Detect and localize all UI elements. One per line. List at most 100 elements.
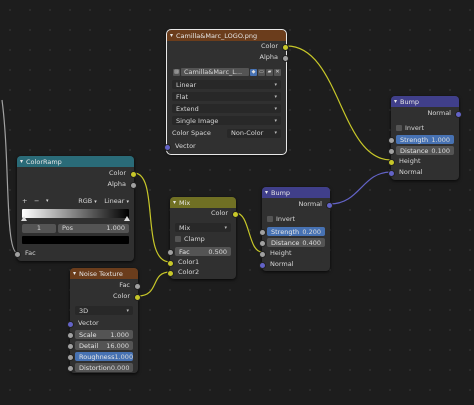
- chevron-down-icon: ▾: [274, 93, 277, 100]
- fake-user-shield-icon[interactable]: ◆: [250, 68, 257, 76]
- detail-field[interactable]: Detail 16.000: [67, 341, 133, 350]
- pos-value: 1.000: [106, 223, 125, 232]
- output-color-socket[interactable]: [130, 170, 137, 178]
- image-name-field[interactable]: Camilla&Marc_L...: [181, 68, 249, 76]
- collapse-chevron-icon[interactable]: ▾: [173, 199, 176, 206]
- interpolation-select[interactable]: Linear ▾: [172, 80, 281, 89]
- output-alpha-socket[interactable]: [130, 181, 137, 189]
- input-normal-socket[interactable]: [388, 169, 395, 177]
- input-height-socket[interactable]: [259, 250, 266, 258]
- input-normal-socket[interactable]: [259, 261, 266, 269]
- blend-mode-select[interactable]: Mix ▾: [175, 223, 231, 232]
- input-distance-socket[interactable]: [388, 148, 395, 155]
- color-ramp-gradient[interactable]: [22, 209, 129, 218]
- distance-field[interactable]: Distance 0.100: [388, 146, 454, 155]
- scale-field[interactable]: Scale 1.000: [67, 330, 133, 339]
- input-color1-socket[interactable]: [167, 259, 174, 267]
- input-height-socket[interactable]: [388, 158, 395, 166]
- strength-field[interactable]: Strength 1.000: [388, 135, 454, 144]
- collapse-chevron-icon[interactable]: ▾: [170, 32, 173, 39]
- image-texture-node[interactable]: ▾ Camilla&Marc_LOGO.png Color Alpha ▨ Ca…: [164, 29, 289, 155]
- distance-field[interactable]: Distance 0.400: [259, 238, 325, 247]
- collapse-chevron-icon[interactable]: ▾: [73, 270, 76, 277]
- output-color: Color: [167, 41, 289, 51]
- bump-node-1[interactable]: ▾ Bump Normal Invert Strength 0.200 Dist…: [259, 187, 333, 271]
- mix-node[interactable]: ▾ Mix Color Mix ▾ Clamp Fac 0.500 Color1…: [167, 197, 239, 279]
- input-detail-socket[interactable]: [67, 343, 74, 350]
- output-color: Color: [17, 168, 137, 178]
- image-texture-node-header[interactable]: ▾ Camilla&Marc_LOGO.png: [167, 30, 286, 41]
- chevron-down-icon: ▾: [126, 307, 129, 314]
- new-image-icon[interactable]: ▭: [258, 68, 265, 76]
- output-fac-socket[interactable]: [134, 282, 141, 290]
- collapse-chevron-icon[interactable]: ▾: [20, 158, 23, 165]
- open-folder-icon[interactable]: ▰: [266, 68, 273, 76]
- strength-value: 1.000: [431, 135, 450, 144]
- color-mode-value: RGB: [78, 197, 93, 205]
- collapse-chevron-icon[interactable]: ▾: [394, 98, 397, 105]
- stop-color-swatch[interactable]: [22, 236, 129, 244]
- color-space-label: Color Space: [172, 129, 211, 137]
- input-distance-socket[interactable]: [259, 240, 266, 247]
- ramp-stop-handle-left[interactable]: [21, 216, 27, 221]
- bump-node-2[interactable]: ▾ Bump Normal Invert Strength 1.000 Dist…: [388, 96, 462, 180]
- input-color2-socket[interactable]: [167, 269, 174, 277]
- distortion-field[interactable]: Distortion 0.000: [67, 363, 133, 372]
- noise-texture-node-header[interactable]: ▾ Noise Texture: [70, 268, 138, 279]
- input-color2-label: Color2: [178, 268, 200, 276]
- extension-select[interactable]: Extend ▾: [172, 104, 281, 113]
- input-strength-socket[interactable]: [388, 137, 395, 144]
- source-select[interactable]: Single Image ▾: [172, 116, 281, 125]
- colorramp-node[interactable]: ▾ ColorRamp Color Alpha + − ▾ RGB ▾ Line…: [14, 156, 137, 261]
- projection-select[interactable]: Flat ▾: [172, 92, 281, 101]
- output-color-socket[interactable]: [232, 210, 239, 218]
- output-normal-socket[interactable]: [455, 110, 462, 118]
- mix-node-header[interactable]: ▾ Mix: [170, 197, 236, 208]
- ramp-interp-select[interactable]: Linear ▾: [104, 197, 129, 205]
- output-alpha-socket[interactable]: [282, 54, 289, 62]
- output-color-socket[interactable]: [282, 43, 289, 51]
- image-browse-icon[interactable]: ▨: [173, 68, 180, 76]
- output-normal-socket[interactable]: [326, 201, 333, 209]
- distance-label: Distance: [271, 238, 300, 247]
- clamp-checkbox[interactable]: [175, 236, 181, 242]
- unlink-close-icon[interactable]: ✕: [274, 68, 281, 76]
- invert-label: Invert: [405, 124, 425, 132]
- bump-node-2-header[interactable]: ▾ Bump: [391, 96, 459, 107]
- chevron-down-icon[interactable]: ▾: [46, 198, 60, 204]
- input-distortion-socket[interactable]: [67, 365, 74, 372]
- colorramp-node-header[interactable]: ▾ ColorRamp: [17, 156, 134, 167]
- input-scale-socket[interactable]: [67, 332, 74, 339]
- stop-pos-field[interactable]: Pos 1.000: [58, 223, 129, 233]
- input-fac-socket[interactable]: [167, 249, 174, 256]
- ramp-stop-handle-right[interactable]: [124, 216, 130, 221]
- input-fac-socket[interactable]: [14, 250, 21, 258]
- chevron-down-icon: ▾: [126, 199, 129, 205]
- bump-title: Bump: [400, 97, 420, 106]
- blend-mode-value: Mix: [179, 223, 191, 232]
- input-roughness-socket[interactable]: [67, 354, 74, 361]
- strength-field[interactable]: Strength 0.200: [259, 227, 325, 236]
- fac-label: Fac: [179, 247, 190, 256]
- input-vector-socket[interactable]: [67, 320, 74, 328]
- input-normal-label: Normal: [270, 260, 294, 268]
- input-vector-label: Vector: [175, 142, 196, 150]
- invert-checkbox[interactable]: [396, 125, 402, 131]
- output-color-socket[interactable]: [134, 293, 141, 301]
- color-mode-select[interactable]: RGB ▾: [78, 197, 104, 205]
- roughness-field[interactable]: Roughness 1.000: [67, 352, 133, 361]
- bump-node-1-header[interactable]: ▾ Bump: [262, 187, 330, 198]
- dimensions-select[interactable]: 3D ▾: [75, 306, 133, 315]
- distance-value: 0.100: [431, 146, 450, 155]
- add-stop-button[interactable]: +: [22, 197, 34, 205]
- input-strength-socket[interactable]: [259, 229, 266, 236]
- invert-checkbox[interactable]: [267, 216, 273, 222]
- remove-stop-button[interactable]: −: [34, 197, 46, 205]
- input-vector-socket[interactable]: [164, 143, 171, 151]
- collapse-chevron-icon[interactable]: ▾: [265, 189, 268, 196]
- stop-index-field[interactable]: 1: [22, 223, 56, 233]
- color-space-select[interactable]: Non-Color ▾: [227, 128, 281, 138]
- dimensions-value: 3D: [79, 306, 89, 315]
- fac-field[interactable]: Fac 0.500: [167, 247, 231, 256]
- noise-texture-node[interactable]: ▾ Noise Texture Fac Color 3D ▾ Vector Sc…: [67, 268, 141, 373]
